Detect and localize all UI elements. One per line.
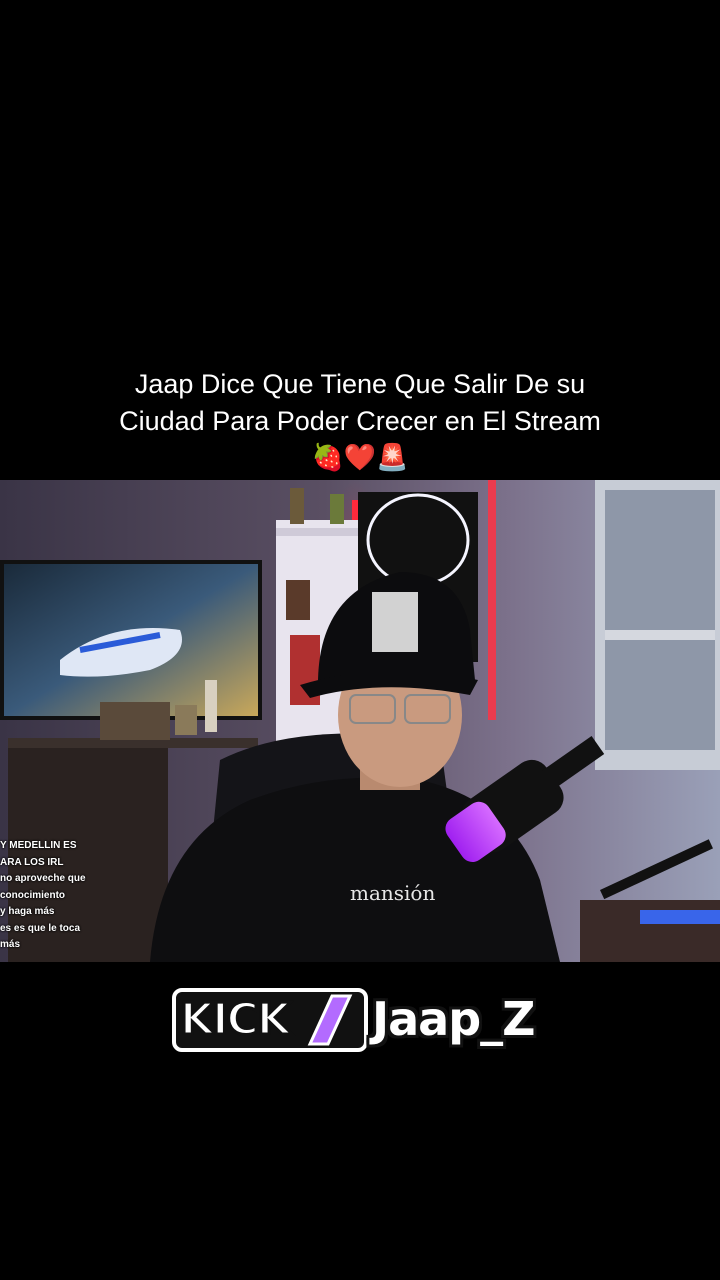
streamer-handle: Jaap_Z [372, 992, 535, 1046]
caption-emojis: 🍓❤️🚨 [311, 442, 409, 472]
chat-line: y haga más [0, 906, 55, 917]
shirt-print: mansión [350, 881, 435, 905]
chat-line: más [0, 939, 21, 950]
video-caption: Jaap Dice Que Tiene Que Salir De su Ciud… [0, 366, 720, 474]
chat-line: Y MEDELLIN ES [0, 840, 77, 851]
chat-line: es es que le toca [0, 922, 81, 934]
video-frame[interactable]: mansión Y MEDELLIN ES ARA LOS IRL no apr… [0, 480, 720, 962]
kick-handle-banner: KICK Jaap_Z [0, 980, 720, 1060]
chat-line: ARA LOS IRL [0, 856, 64, 868]
chat-line: no aproveche que [0, 873, 86, 884]
chat-line: conocimiento [0, 889, 66, 901]
chat-overlay: Y MEDELLIN ES ARA LOS IRL no aproveche q… [0, 838, 120, 954]
caption-line-2: Ciudad Para Poder Crecer en El Stream [119, 406, 601, 436]
caption-line-1: Jaap Dice Que Tiene Que Salir De su [134, 369, 586, 399]
kick-platform-label: KICK [179, 993, 293, 1047]
kick-logo: KICK [172, 986, 372, 1054]
